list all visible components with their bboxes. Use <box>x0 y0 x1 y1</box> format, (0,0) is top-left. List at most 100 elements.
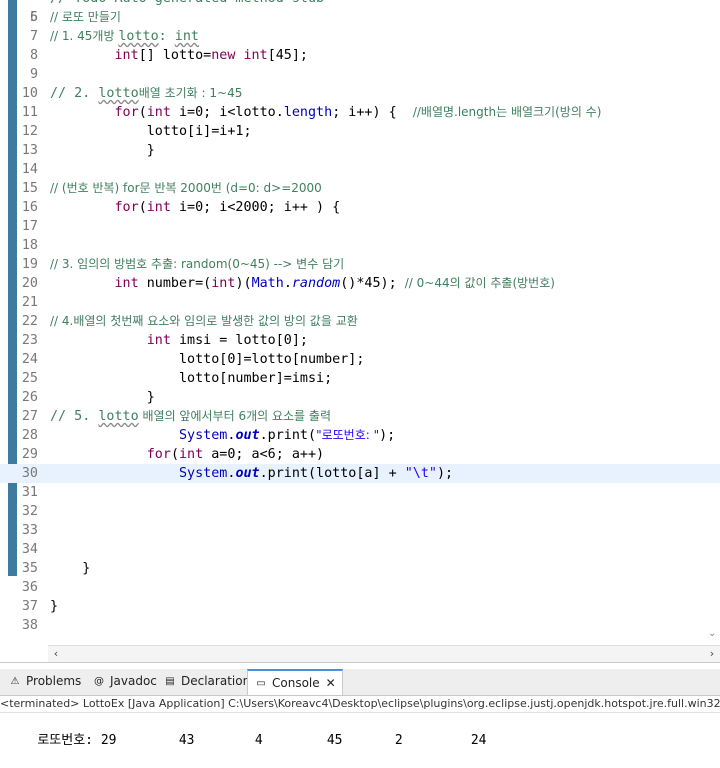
line-number: 25 <box>21 371 38 386</box>
scroll-right-icon[interactable]: › <box>704 646 720 662</box>
code-text: // Todo Auto-generated method stub <box>50 0 324 8</box>
line-number: 22 <box>21 314 38 329</box>
code-text: // 로또 만들기 <box>50 8 121 27</box>
code-text: // 5. lotto 배열의 앞에서부터 6개의 요소를 출력 <box>50 407 331 426</box>
panel-tab-bar: ⚠ Problems @ Javadoc ▤ Declaration ▭ Console ✕ <box>0 669 720 696</box>
code-token: // 2. <box>50 86 99 101</box>
code-token: // 1. 45개방 <box>50 29 119 43</box>
code-token: lotto[i]=i+1; <box>50 124 252 139</box>
code-text: int number=(int)(Math.random()*45); // 0… <box>50 274 555 293</box>
line-number: 23 <box>21 333 38 348</box>
line-number: 14 <box>21 162 38 177</box>
code-token: // 로또 만들기 <box>50 10 121 24</box>
scroll-left-icon[interactable]: ‹ <box>48 646 64 662</box>
code-text: // (번호 반복) for문 반복 2000번 (d=0: d>=2000 <box>50 179 322 198</box>
close-icon[interactable]: ✕ <box>326 676 336 690</box>
code-text: System.out.print("로또번호: "); <box>50 426 395 445</box>
code-token: int <box>146 333 171 348</box>
code-line: 14 <box>0 160 720 179</box>
code-token: number=( <box>138 276 212 291</box>
line-number: 20 <box>21 276 38 291</box>
code-line: 37} <box>0 597 720 616</box>
code-token: int <box>114 276 139 291</box>
code-text: // 3. 임의의 방범호 추출: random(0~45) --> 변수 담기 <box>50 255 344 274</box>
code-line: 32 <box>0 502 720 521</box>
code-token: "\t" <box>404 466 437 481</box>
line-number: 11 <box>21 105 38 120</box>
code-token: [] lotto= <box>138 48 212 63</box>
tab-label: Console <box>272 676 320 690</box>
code-line: 13 } <box>0 141 720 160</box>
line-number: 6 <box>29 10 38 25</box>
line-number: 36 <box>21 580 38 595</box>
code-line: 16 for(int i=0; i<2000; i++ ) { <box>0 198 720 217</box>
code-line: 24 lotto[0]=lotto[number]; <box>0 350 720 369</box>
code-token: Math <box>251 276 284 291</box>
tab-declaration[interactable]: ▤ Declaration <box>163 669 250 694</box>
code-token: new <box>211 48 236 63</box>
code-line: 21 <box>0 293 720 312</box>
tab-console[interactable]: ▭ Console ✕ <box>247 669 343 695</box>
code-token: ); <box>379 428 396 443</box>
line-number: 24 <box>21 352 38 367</box>
code-token: ( <box>170 447 179 462</box>
horizontal-scrollbar[interactable]: ‹ › <box>48 645 720 662</box>
line-number: 30 <box>21 466 38 481</box>
code-token: // 0~44의 값이 추출(방번호) <box>404 276 555 290</box>
lotto-number: 43 <box>178 733 195 748</box>
code-area[interactable]: 5 // Todo Auto-generated method stub 6 //… <box>0 0 720 635</box>
code-token: ; i++) { <box>332 105 413 120</box>
code-token: )( <box>235 276 252 291</box>
code-token: lotto <box>98 86 139 101</box>
code-token: int <box>211 276 236 291</box>
code-line: 25 lotto[number]=imsi; <box>0 369 720 388</box>
code-line: 35 } <box>0 559 720 578</box>
console-output[interactable]: 로또번호: 29 43 4 45 2 24 <box>6 714 511 748</box>
code-token: // 3. 임의의 방범호 추출: random(0~45) --> 변수 담기 <box>50 257 345 271</box>
code-token: for <box>114 105 139 120</box>
code-token: // (번호 반복) for문 반복 2000번 (d=0: d>=2000 <box>50 181 322 195</box>
code-text: lotto[number]=imsi; <box>50 369 332 388</box>
code-token: System <box>179 428 228 443</box>
code-line: 15 // (번호 반복) for문 반복 2000번 (d=0: d>=2000 <box>0 179 720 198</box>
javadoc-icon: @ <box>94 675 104 687</box>
line-number: 9 <box>29 67 38 82</box>
code-token: lotto[number]=imsi; <box>50 371 333 386</box>
line-number: 34 <box>21 542 38 557</box>
code-token: ()*45); <box>340 276 405 291</box>
code-text: // 1. 45개방 lotto: int <box>50 27 199 46</box>
line-number: 8 <box>29 48 38 63</box>
tab-problems[interactable]: ⚠ Problems <box>8 669 82 694</box>
code-token: out <box>235 466 260 481</box>
code-token: } <box>50 143 155 158</box>
declaration-icon: ▤ <box>165 675 175 687</box>
tab-label: Problems <box>26 674 82 688</box>
code-text: for(int a=0; a<6; a++) <box>50 445 324 464</box>
code-editor[interactable]: 5 // Todo Auto-generated method stub 6 //… <box>0 0 720 645</box>
tab-label: Declaration <box>181 674 251 688</box>
line-number: 38 <box>21 618 38 633</box>
code-token: } <box>50 599 59 614</box>
line-number: 33 <box>21 523 38 538</box>
line-number: 35 <box>21 561 38 576</box>
line-number: 29 <box>21 447 38 462</box>
code-token: //배열명.length는 배열크기(방의 수) <box>412 105 602 119</box>
code-line: 36 <box>0 578 720 597</box>
code-token: i=0; i<lotto. <box>170 105 284 120</box>
code-token: // 5. <box>50 409 99 424</box>
chevron-down-icon[interactable]: ⌄ <box>708 628 718 642</box>
line-number: 17 <box>21 219 38 234</box>
code-text: lotto[0]=lotto[number]; <box>50 350 364 369</box>
tab-javadoc[interactable]: @ Javadoc <box>92 669 157 694</box>
line-number: 16 <box>21 200 38 215</box>
line-number: 31 <box>21 485 38 500</box>
code-token: int <box>243 48 268 63</box>
code-token: for <box>114 200 139 215</box>
code-text: int imsi = lotto[0]; <box>50 331 308 350</box>
code-text: System.out.print(lotto[a] + "\t"); <box>50 464 453 483</box>
